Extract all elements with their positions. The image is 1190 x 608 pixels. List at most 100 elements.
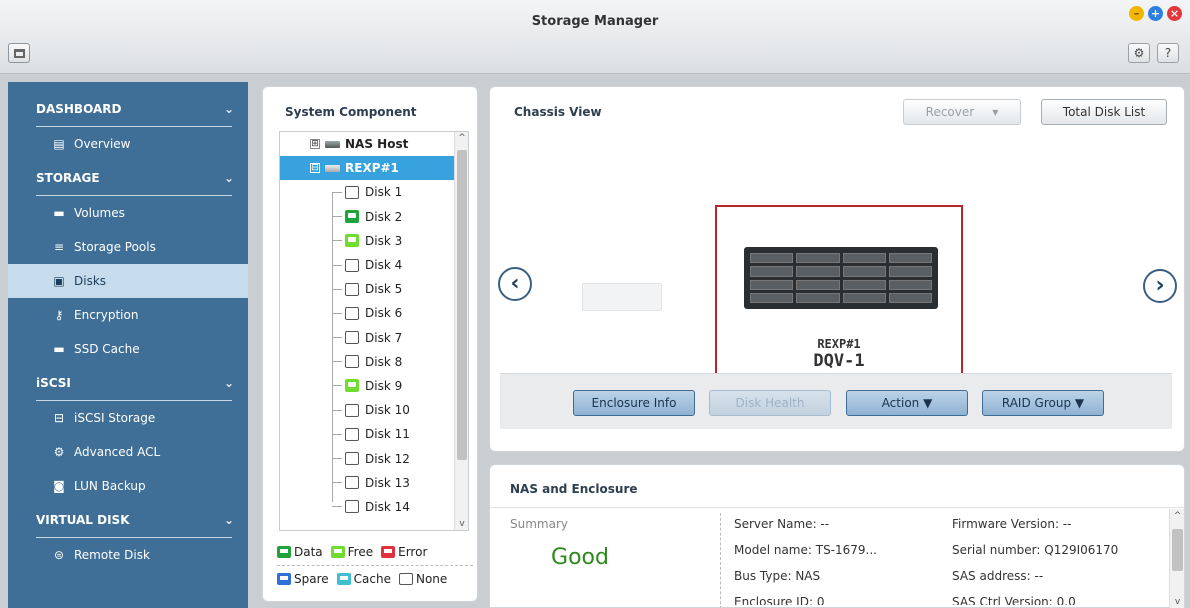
sidebar-section-label: VIRTUAL DISK — [36, 513, 130, 527]
chevron-down-icon: ⌄ — [223, 171, 234, 185]
empty-slot-icon — [345, 427, 359, 441]
tree-node-label: Disk 5 — [365, 282, 403, 297]
sidebar-section-label: DASHBOARD — [36, 102, 122, 116]
sidebar-item-volumes[interactable]: ▬ Volumes — [8, 196, 248, 230]
tree-node-nas-host[interactable]: ⊞ NAS Host — [280, 132, 468, 156]
tree-node-disk[interactable]: Disk 12 — [280, 446, 468, 470]
sidebar-section-virtual-disk[interactable]: VIRTUAL DISK ⌄ — [8, 503, 248, 537]
raid-group-dropdown[interactable]: RAID Group ▼ — [982, 390, 1104, 416]
legend-none: None — [398, 572, 447, 586]
collapse-icon[interactable]: ⊟ — [310, 163, 320, 174]
tree-node-disk[interactable]: Disk 6 — [280, 301, 468, 325]
tree-node-label: Disk 3 — [365, 233, 403, 248]
disk-health-button[interactable]: Disk Health — [709, 390, 831, 416]
tree-node-label: Disk 11 — [365, 427, 410, 442]
component-tree[interactable]: ⊞ NAS Host ⊟ REXP#1 Disk 1 Disk 2 Disk 3 Di… — [279, 131, 469, 531]
tree-node-disk[interactable]: Disk 8 — [280, 350, 468, 374]
sidebar-item-label: LUN Backup — [74, 479, 146, 493]
sidebar-item-overview[interactable]: ▤ Overview — [8, 127, 248, 161]
empty-slot-icon — [345, 452, 359, 466]
scroll-up-icon[interactable]: ^ — [455, 133, 468, 143]
bus-type: Bus Type: NAS — [734, 569, 821, 583]
scrollbar-thumb[interactable] — [457, 150, 467, 460]
sidebar-item-label: SSD Cache — [74, 342, 140, 356]
sidebar-item-storage-pools[interactable]: ≡ Storage Pools — [8, 230, 248, 264]
help-button[interactable]: ? — [1157, 43, 1179, 63]
tree-branch — [332, 216, 342, 218]
tree-node-disk[interactable]: Disk 1 — [280, 180, 468, 204]
legend-data: Data — [277, 545, 323, 559]
tree-branch — [332, 288, 342, 290]
legend-cache: Cache — [336, 572, 391, 586]
action-dropdown[interactable]: Action ▼ — [846, 390, 968, 416]
serial-number: Serial number: Q129I06170 — [952, 543, 1119, 557]
tree-scrollbar[interactable]: ^ v — [454, 132, 468, 530]
tree-branch — [332, 240, 342, 242]
tree-node-disk[interactable]: Disk 13 — [280, 471, 468, 495]
enclosure-id: DQV-1 — [813, 351, 865, 371]
scroll-up-icon[interactable]: ^ — [1170, 511, 1185, 521]
sidebar-section-storage[interactable]: STORAGE ⌄ — [8, 161, 248, 195]
tree-node-disk[interactable]: Disk 7 — [280, 326, 468, 350]
sidebar-item-label: Encryption — [74, 308, 139, 322]
overview-icon: ▤ — [53, 137, 65, 151]
empty-slot-icon — [345, 500, 359, 514]
next-arrow-icon[interactable]: › — [1143, 269, 1177, 303]
app-menu-icon[interactable] — [8, 43, 30, 63]
tree-node-disk[interactable]: Disk 10 — [280, 398, 468, 422]
adjacent-enclosure-image[interactable] — [582, 283, 662, 311]
remote-disk-icon: ⊜ — [53, 548, 65, 562]
help-icon: ? — [1164, 46, 1172, 60]
sidebar-section-dashboard[interactable]: DASHBOARD ⌄ — [8, 92, 248, 126]
scroll-down-icon[interactable]: v — [455, 519, 468, 529]
info-scrollbar[interactable]: ^ v — [1169, 509, 1184, 608]
expand-icon[interactable]: ⊞ — [310, 139, 320, 150]
tree-node-disk[interactable]: Disk 11 — [280, 422, 468, 446]
sidebar-item-ssd-cache[interactable]: ▬ SSD Cache — [8, 332, 248, 366]
sidebar-item-disks[interactable]: ▣ Disks — [8, 264, 248, 298]
total-disk-list-button[interactable]: Total Disk List — [1041, 99, 1167, 125]
chassis-action-bar: Enclosure Info Disk Health Action ▼ RAID… — [500, 373, 1172, 429]
disk-list: Disk 1 Disk 2 Disk 3 Disk 4 Disk 5 Disk 6 Disk… — [280, 180, 468, 519]
sidebar-section-label: STORAGE — [36, 171, 100, 185]
tree-node-rexp1[interactable]: ⊟ REXP#1 — [280, 156, 468, 181]
empty-slot-icon — [345, 355, 359, 369]
sidebar-item-encryption[interactable]: ⚷ Encryption — [8, 298, 248, 332]
tree-node-disk[interactable]: Disk 14 — [280, 495, 468, 519]
window-controls: – + × — [1129, 6, 1182, 21]
tree-node-disk[interactable]: Disk 4 — [280, 253, 468, 277]
enclosure-id-field: Enclosure ID: 0 — [734, 595, 825, 605]
sidebar-item-lun-backup[interactable]: ◙ LUN Backup — [8, 469, 248, 503]
sidebar-item-advanced-acl[interactable]: ⚙ Advanced ACL — [8, 435, 248, 469]
legend-row: Data Free Error — [277, 541, 473, 563]
enclosure-info-button[interactable]: Enclosure Info — [573, 390, 695, 416]
sidebar-item-label: Advanced ACL — [74, 445, 161, 459]
empty-slot-icon — [345, 258, 359, 272]
tree-node-label: Disk 7 — [365, 330, 403, 345]
previous-arrow-icon[interactable]: ‹ — [498, 267, 532, 301]
tree-node-disk[interactable]: Disk 9 — [280, 374, 468, 398]
settings-button[interactable]: ⚙ — [1128, 43, 1150, 63]
minimize-icon[interactable]: – — [1129, 6, 1144, 21]
tree-node-disk[interactable]: Disk 2 — [280, 205, 468, 229]
close-icon[interactable]: × — [1167, 6, 1182, 21]
tree-branch — [332, 482, 342, 484]
panel-title: Chassis View — [514, 105, 602, 119]
tree-node-disk[interactable]: Disk 5 — [280, 277, 468, 301]
data-disk-icon — [277, 546, 291, 558]
empty-slot-icon — [345, 476, 359, 490]
sas-ctrl-version: SAS Ctrl Version: 0.0 — [952, 595, 1076, 605]
tree-branch — [332, 312, 342, 314]
recover-dropdown[interactable]: Recover ▼ — [903, 99, 1021, 125]
sidebar-item-remote-disk[interactable]: ⊜ Remote Disk — [8, 538, 248, 572]
tree-node-disk[interactable]: Disk 3 — [280, 229, 468, 253]
selected-enclosure[interactable]: REXP#1 DQV-1 — [715, 205, 963, 381]
sidebar-section-iscsi[interactable]: iSCSI ⌄ — [8, 366, 248, 400]
scroll-down-icon[interactable]: v — [1170, 597, 1185, 607]
tree-node-label: REXP#1 — [345, 161, 399, 176]
chevron-down-icon: ⌄ — [223, 102, 234, 116]
sidebar-item-iscsi-storage[interactable]: ⊟ iSCSI Storage — [8, 401, 248, 435]
maximize-icon[interactable]: + — [1148, 6, 1163, 21]
storage-pool-icon: ≡ — [53, 240, 65, 254]
scrollbar-thumb[interactable] — [1172, 529, 1183, 571]
